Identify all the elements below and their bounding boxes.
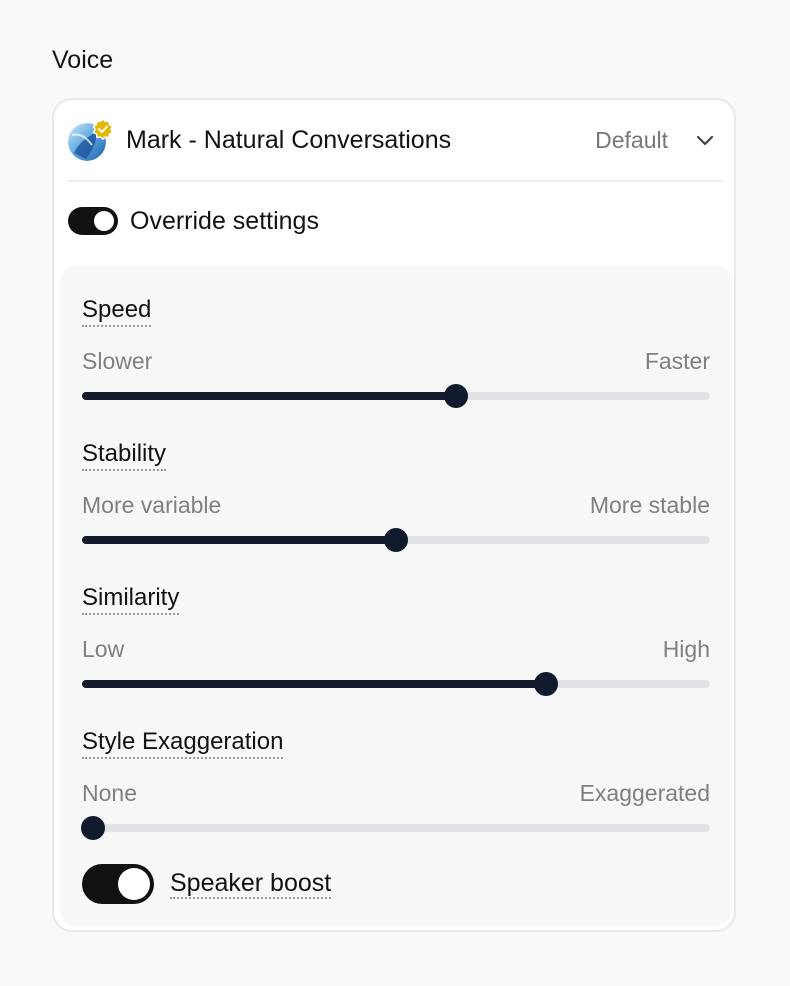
override-settings-row: Override settings	[68, 204, 319, 238]
speaker-boost-toggle[interactable]	[82, 864, 154, 904]
style-exaggeration-max-label: Exaggerated	[579, 780, 710, 806]
similarity-title: Similarity	[82, 584, 180, 615]
similarity-min-label: Low	[82, 636, 125, 662]
speed-slider-thumb[interactable]	[444, 384, 469, 408]
style-exaggeration-min-label: None	[82, 780, 137, 806]
stability-min-label: More variable	[82, 492, 222, 518]
voice-selector[interactable]: Mark - Natural Conversations Default	[68, 112, 722, 168]
voice-settings-card: Mark - Natural Conversations Default Ove…	[52, 98, 736, 932]
style-exaggeration-slider-group: Style Exaggeration None Exaggerated	[81, 728, 710, 840]
style-exaggeration-title: Style Exaggeration	[82, 728, 284, 759]
divider	[68, 180, 722, 182]
voice-name: Mark - Natural Conversations	[126, 125, 452, 154]
speed-title: Speed	[82, 296, 152, 327]
style-exaggeration-slider-thumb[interactable]	[81, 816, 106, 840]
speaker-boost-row: Speaker boost	[82, 864, 332, 904]
similarity-slider-fill	[82, 680, 547, 688]
settings-panel: Speed Slower Faster Stability More varia…	[60, 266, 732, 926]
speaker-boost-label: Speaker boost	[170, 869, 332, 899]
stability-title: Stability	[82, 440, 167, 471]
similarity-slider-group: Similarity Low High	[82, 584, 710, 696]
section-title: Voice	[52, 46, 114, 74]
stability-slider-thumb[interactable]	[384, 528, 408, 552]
stability-max-label: More stable	[589, 492, 710, 518]
voice-avatar-icon	[68, 118, 114, 161]
stability-slider-fill	[82, 536, 396, 544]
speed-max-label: Faster	[644, 348, 710, 374]
similarity-slider-track[interactable]	[82, 672, 710, 696]
stability-slider-group: Stability More variable More stable	[82, 440, 710, 552]
chevron-down-icon[interactable]	[694, 129, 716, 151]
style-exaggeration-slider-track[interactable]	[81, 816, 710, 840]
voice-default-label: Default	[595, 126, 668, 153]
override-settings-toggle[interactable]	[68, 207, 118, 235]
similarity-max-label: High	[662, 636, 710, 662]
speed-min-label: Slower	[82, 348, 153, 374]
similarity-slider-thumb[interactable]	[534, 672, 559, 696]
speed-slider-track[interactable]	[82, 384, 710, 408]
speed-slider-group: Speed Slower Faster	[82, 296, 710, 408]
verified-badge-icon	[92, 118, 114, 140]
override-settings-label: Override settings	[130, 206, 319, 235]
toggle-knob	[118, 868, 150, 900]
stability-slider-track[interactable]	[82, 528, 710, 552]
toggle-knob	[94, 211, 114, 231]
speed-slider-fill	[82, 392, 457, 400]
